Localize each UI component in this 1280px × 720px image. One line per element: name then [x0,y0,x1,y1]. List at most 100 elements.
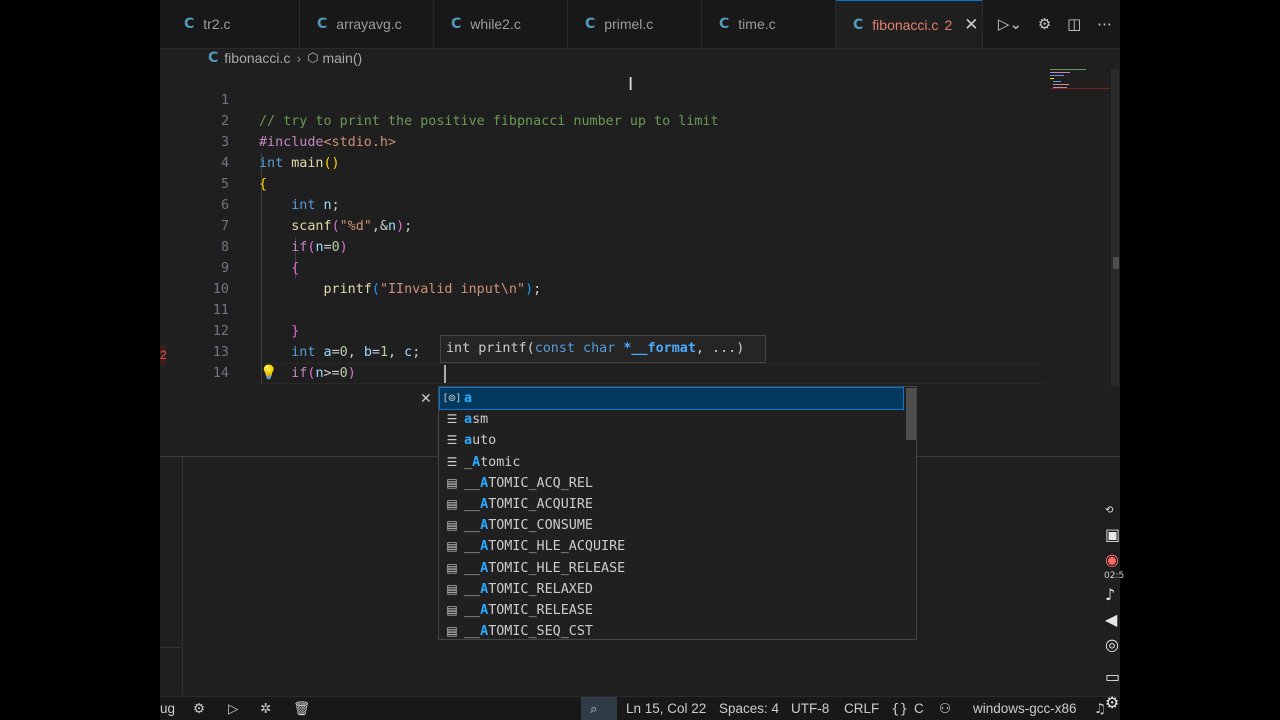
c-file-icon: C [208,50,219,66]
camera-icon[interactable]: ▣ [1105,525,1120,544]
text-cursor-icon: I [628,74,634,95]
tab-label: primel.c [604,16,654,32]
suggest-item-label: __ATOMIC_RELEASE [464,600,593,621]
tab-primel[interactable]: C primel.c [568,0,702,48]
text-icon: ▤ [446,603,458,617]
debug-icon[interactable]: ✲ [260,697,271,720]
tab-label: time.c [738,16,776,32]
keyword-icon: ☰ [446,433,458,448]
split-editor-icon[interactable]: ◫ [1067,15,1081,33]
vscode-window: C tr2.c C arrayavg.c C while2.c C primel… [160,0,1120,720]
suggest-item[interactable]: ▤ __ATOMIC_SEQ_CST [440,621,903,640]
suggest-prefix: __ [464,560,481,576]
suggest-item[interactable]: ▤ __ATOMIC_RELEASE [440,600,903,621]
run-debug-icon[interactable]: ▷⌄ [998,15,1022,33]
suggest-match: a [464,433,473,449]
encoding[interactable]: UTF-8 [791,697,829,720]
code-line: 1 // try to print the positive fibpnacci… [160,69,1060,129]
close-icon[interactable]: ✕ [420,391,432,407]
tab-time[interactable]: C time.c [702,0,836,48]
line-ending[interactable]: CRLF [844,697,879,720]
suggest-prefix: __ [464,497,481,512]
suggest-widget[interactable]: [⊚] a ☰ asm ☰ auto ☰ _Atomic ▤ __ATOMIC_ACQ_REL ▤ _… [438,386,917,640]
signature-rest: , ...) [695,341,745,356]
suggest-scrollbar[interactable] [906,388,916,440]
tab-tr2[interactable]: C tr2.c [160,0,300,48]
gear-icon[interactable]: ⚙ [193,697,205,720]
suggest-item[interactable]: ▤ __ATOMIC_HLE_RELEASE [440,558,903,579]
more-actions-icon[interactable]: ⋯ [1097,15,1112,33]
suggest-match: A [472,454,481,470]
speaker-icon[interactable]: ◀ [1105,610,1117,629]
zoom-icon[interactable]: ⌕ [590,697,598,720]
record-icon[interactable]: ◉ [1105,550,1119,569]
suggest-match: a [464,412,473,428]
settings-icon[interactable]: ⚙ [1105,693,1119,712]
code-line: 12 int a=0, b=1, c; [160,300,1060,360]
suggest-item[interactable]: ▤ __ATOMIC_ACQ_REL [440,473,903,494]
gear-icon[interactable]: ⚙ [1038,15,1051,33]
cursor-position[interactable]: Ln 15, Col 22 [626,697,706,720]
tab-arrayavg[interactable]: C arrayavg.c [300,0,434,48]
lightbulb-icon[interactable]: 💡 [260,365,277,381]
breadcrumb-file[interactable]: fibonacci.c [224,50,290,66]
suggest-item-label: __ATOMIC_ACQUIRE [464,494,593,515]
zoom-indicator[interactable] [581,697,617,720]
status-debug-label[interactable]: ug [160,697,175,720]
language-mode[interactable]: C [914,697,924,720]
suggest-item[interactable]: ☰ auto [440,430,903,451]
webcam-icon[interactable]: ◎ [1105,635,1119,654]
code-line: 7 if(n=0) [160,195,1060,255]
scrollbar-thumb[interactable] [1113,257,1119,269]
c-file-icon: C [853,16,864,33]
chevron-right-icon: › [296,50,302,66]
suggest-match: a [464,391,473,406]
suggest-match: A [480,581,489,597]
minimap[interactable] [1047,69,1110,399]
text-cursor [444,365,446,383]
tab-label: fibonacci.c [872,16,939,33]
suggest-match: A [480,560,489,576]
breadcrumb-symbol[interactable]: main() [322,50,362,66]
suggest-item[interactable]: ▤ __ATOMIC_ACQUIRE [440,494,903,515]
suggest-rest: TOMIC_HLE_ACQUIRE [488,539,626,555]
indentation[interactable]: Spaces: 4 [719,697,779,720]
copilot-icon[interactable]: ⚇ [939,697,951,720]
window-icon[interactable]: ▭ [1105,667,1120,686]
suggest-prefix: __ [464,539,481,555]
suggest-match: A [480,475,489,491]
c-file-icon: C [317,16,328,32]
suggest-rest: TOMIC_ACQUIRE [488,497,593,512]
close-icon[interactable]: ✕ [964,15,978,35]
suggest-prefix: __ [464,624,481,640]
tab-label: arrayavg.c [336,16,402,32]
microphone-icon[interactable]: ♪ [1105,585,1115,604]
suggest-rest: TOMIC_RELEASE [488,603,593,618]
run-icon[interactable]: ▷ [228,697,238,720]
trash-icon[interactable]: 🗑 [293,697,310,720]
suggest-item-label: auto [464,430,496,451]
suggest-rest: TOMIC_RELAXED [488,581,593,597]
tab-label: while2.c [470,16,521,32]
suggest-item[interactable]: ▤ __ATOMIC_RELAXED [440,579,903,600]
c-file-icon: C [585,16,596,32]
tab-fibonacci[interactable]: C fibonacci.c 2 ✕ [836,0,983,48]
recording-overlay: ⟲ ▣ ◉ 02:5 ♪ ◀ ◎ ▭ ⚙ [1100,505,1130,720]
code-line: 6 scanf("%d",&n); [160,174,1060,234]
code-line: 8 { [160,216,1060,276]
suggest-item[interactable]: ☰ asm [440,409,903,430]
problem-count-badge: 2 [944,16,953,33]
tab-while2[interactable]: C while2.c [434,0,568,48]
sync-icon[interactable]: ⟲ [1105,505,1113,516]
suggest-item[interactable]: [⊚] a [439,387,904,410]
suggest-prefix: __ [464,475,481,491]
cpp-configuration[interactable]: windows-gcc-x86 [973,697,1077,720]
text-icon: ▤ [446,497,458,511]
suggest-item[interactable]: ☰ _Atomic [440,452,903,473]
keyword-icon: ☰ [446,454,458,469]
suggest-rest: TOMIC_ACQ_REL [488,475,593,491]
suggest-rest: sm [472,412,489,428]
suggest-item[interactable]: ▤ __ATOMIC_HLE_ACQUIRE [440,536,903,557]
suggest-item-label: a [464,388,472,409]
suggest-item[interactable]: ▤ __ATOMIC_CONSUME [440,515,903,536]
